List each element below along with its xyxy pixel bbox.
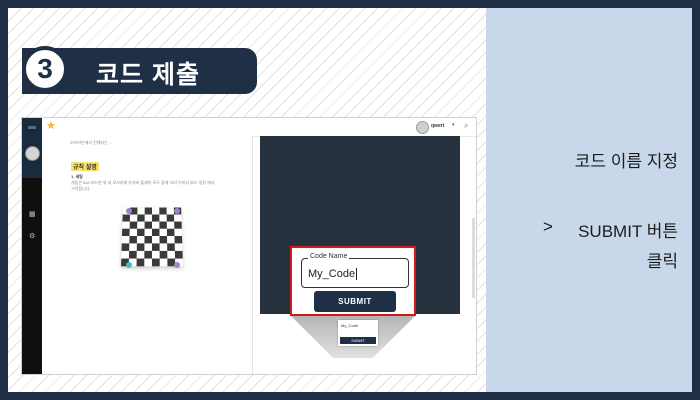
top-bar: ★ qwert ▾ ⌕ [42, 118, 476, 137]
side-rail: ▦ ⚙ [22, 118, 42, 374]
code-name-input[interactable]: My_Code [308, 268, 357, 280]
user-avatar[interactable] [416, 121, 429, 134]
user-name[interactable]: qwert [431, 123, 444, 129]
chessboard-image [121, 208, 183, 267]
step-number-badge: 3 [22, 46, 68, 92]
instruction-panel [486, 8, 692, 392]
mini-submit-preview: My_Code SUBMIT [338, 320, 378, 346]
doc-intro-text: 오프라인에서 전해지는 ... [70, 140, 240, 146]
rail-header [22, 118, 42, 178]
mini-code-name: My_Code [341, 323, 358, 328]
doc-body-text: 게임은 8x8 보드판 위 네 모서리에 유저와 플레이 모두 중재 자리 이미… [71, 180, 216, 192]
code-name-label: Code Name [308, 253, 349, 260]
instruction-submit-button: SUBMIT 버튼 [578, 217, 678, 242]
code-name-field[interactable]: Code Name My_Code [301, 258, 409, 288]
submit-card-highlight: Code Name My_Code SUBMIT [290, 246, 416, 316]
menu-icon[interactable] [28, 126, 36, 129]
game-piece [126, 208, 132, 214]
instruction-name-code: 코드 이름 지정 [575, 147, 678, 172]
rules-document: 오프라인에서 전해지는 ... 규칙 설명 1. 세팅 게임은 8x8 보드판 … [42, 136, 253, 374]
step-title: 코드 제출 [96, 55, 200, 91]
game-piece [126, 262, 132, 268]
puzzle-icon[interactable]: ⚙ [29, 232, 35, 240]
chevron-right-icon: > [543, 217, 553, 237]
submit-button[interactable]: SUBMIT [314, 291, 396, 312]
mini-submit-button: SUBMIT [340, 337, 376, 344]
instruction-click: 클릭 [647, 247, 678, 272]
rail-avatar[interactable] [25, 146, 40, 161]
game-piece [174, 262, 180, 268]
search-icon[interactable]: ⌕ [464, 121, 468, 131]
doc-heading: 규칙 설명 [71, 162, 99, 171]
slide: 3 코드 제출 ▦ ⚙ ★ qwert ▾ ⌕ 오프라인에서 전해지는 ... … [8, 8, 692, 392]
chevron-down-icon[interactable]: ▾ [452, 122, 455, 128]
star-icon[interactable]: ★ [46, 119, 56, 132]
scrollbar[interactable] [472, 218, 475, 298]
game-piece [174, 208, 180, 214]
chart-icon[interactable]: ▦ [29, 210, 36, 218]
